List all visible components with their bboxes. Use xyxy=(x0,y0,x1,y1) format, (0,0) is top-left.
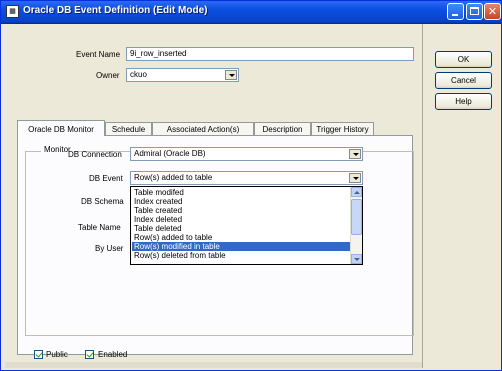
maximize-icon xyxy=(470,7,479,15)
owner-value: ckuo xyxy=(130,70,147,79)
dropdown-option[interactable]: Table modifed xyxy=(132,188,352,197)
enabled-label: Enabled xyxy=(98,350,128,359)
dropdown-option[interactable]: Index created xyxy=(132,197,352,206)
tab-description[interactable]: Description xyxy=(254,122,311,135)
close-icon: ✕ xyxy=(487,5,498,18)
db-connection-value: Admiral (Oracle DB) xyxy=(134,149,206,158)
db-event-dropdown-arrow-icon[interactable] xyxy=(349,173,361,183)
maximize-button[interactable] xyxy=(466,3,483,20)
dropdown-option[interactable]: Table deleted xyxy=(132,224,352,233)
dropdown-option[interactable]: Row(s) deleted from table xyxy=(132,251,352,260)
scroll-thumb[interactable] xyxy=(351,199,362,235)
event-name-input[interactable]: 9i_row_inserted xyxy=(126,47,414,61)
db-event-value: Row(s) added to table xyxy=(134,173,213,182)
db-schema-label: DB Schema xyxy=(81,197,124,206)
bottom-divider xyxy=(5,362,422,368)
window-title: Oracle DB Event Definition (Edit Mode) xyxy=(23,5,208,16)
owner-dropdown-arrow-icon[interactable] xyxy=(225,70,237,80)
dropdown-scrollbar[interactable] xyxy=(350,187,362,264)
dialog-window: ▦ Oracle DB Event Definition (Edit Mode)… xyxy=(0,0,502,371)
tab-trigger-history[interactable]: Trigger History xyxy=(311,122,374,135)
minimize-icon xyxy=(452,14,458,16)
cancel-button[interactable]: Cancel xyxy=(435,72,492,89)
public-label: Public xyxy=(46,350,68,359)
tab-associated-actions[interactable]: Associated Action(s) xyxy=(152,122,254,135)
db-event-select[interactable]: Row(s) added to table xyxy=(130,171,363,185)
db-event-label: DB Event xyxy=(89,174,123,183)
help-button[interactable]: Help xyxy=(435,93,492,110)
db-connection-select[interactable]: Admiral (Oracle DB) xyxy=(130,147,363,161)
db-connection-label: DB Connection xyxy=(68,150,122,159)
db-connection-dropdown-arrow-icon[interactable] xyxy=(349,149,361,159)
owner-label: Owner xyxy=(96,71,120,80)
dropdown-option[interactable]: Table created xyxy=(132,206,352,215)
scroll-up-icon[interactable] xyxy=(351,187,362,197)
tab-schedule[interactable]: Schedule xyxy=(105,122,152,135)
app-icon[interactable]: ▦ xyxy=(6,5,19,18)
table-name-label: Table Name xyxy=(78,223,121,232)
title-bar[interactable]: ▦ Oracle DB Event Definition (Edit Mode)… xyxy=(1,1,501,24)
scroll-down-icon[interactable] xyxy=(351,254,362,264)
db-event-dropdown-list: Table modifed Index created Table create… xyxy=(130,186,363,265)
owner-select[interactable]: ckuo xyxy=(126,68,239,82)
minimize-button[interactable] xyxy=(447,3,464,20)
dropdown-option-selected[interactable]: Row(s) modified in table xyxy=(132,242,352,251)
event-name-label: Event Name xyxy=(76,50,121,59)
tab-oracle-db-monitor[interactable]: Oracle DB Monitor xyxy=(17,120,105,136)
dropdown-option[interactable]: Index deleted xyxy=(132,215,352,224)
public-checkbox[interactable] xyxy=(34,350,43,359)
dropdown-option[interactable]: Row(s) added to table xyxy=(132,233,352,242)
by-user-label: By User xyxy=(95,244,124,253)
enabled-checkbox[interactable] xyxy=(85,350,94,359)
close-button[interactable]: ✕ xyxy=(484,3,501,20)
ok-button[interactable]: OK xyxy=(435,51,492,68)
